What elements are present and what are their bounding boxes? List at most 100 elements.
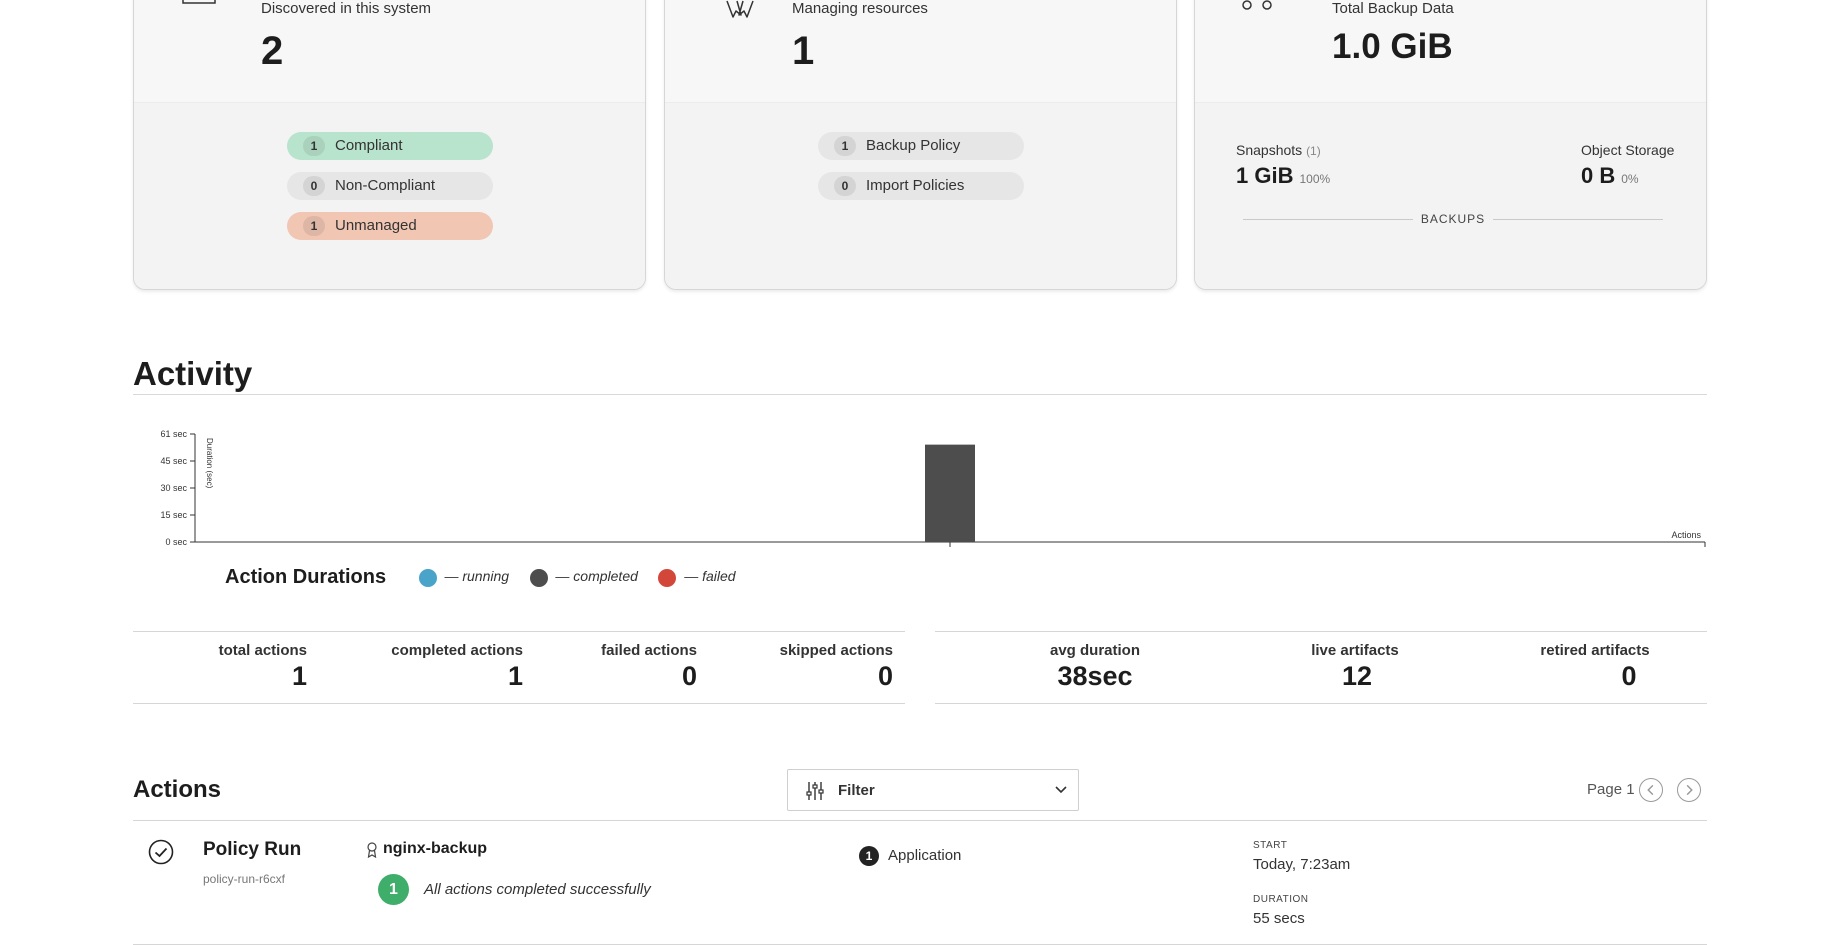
filter-dropdown[interactable]: Filter	[787, 769, 1079, 811]
start-value: Today, 7:23am	[1253, 856, 1351, 873]
stat-completed-actions: completed actions 1	[353, 642, 523, 692]
check-circle-icon	[148, 839, 174, 865]
action-row[interactable]: Policy Run policy-run-r6cxf nginx-backup…	[133, 820, 1707, 945]
legend-completed[interactable]: — completed	[529, 568, 638, 587]
application-count-badge: 1	[859, 846, 879, 866]
action-status-message: All actions completed successfully	[424, 881, 651, 898]
card-value: 1.0 GiB	[1332, 27, 1453, 66]
filter-label: Filter	[838, 782, 875, 799]
prev-page-button[interactable]	[1639, 778, 1663, 802]
stat-value: 1	[291, 661, 307, 691]
action-policy-link[interactable]: nginx-backup	[383, 840, 487, 858]
applications-card[interactable]: Discovered in this system 2 1 Compliant …	[133, 0, 646, 290]
compliant-pill[interactable]: 1 Compliant	[287, 132, 493, 160]
application-label[interactable]: Application	[888, 847, 961, 864]
pill-label: Backup Policy	[866, 137, 961, 154]
stat-retired-artifacts: retired artifacts 0	[1505, 642, 1685, 692]
stat-label: retired artifacts	[1540, 642, 1650, 659]
pill-label: Non-Compliant	[335, 177, 436, 194]
bar-completed	[925, 444, 975, 542]
action-durations-chart: 0 sec 15 sec 30 sec 45 sec 61 sec Duration (s…	[160, 429, 1706, 547]
pill-count: 0	[303, 176, 325, 196]
backup-data-card[interactable]: Total Backup Data 1.0 GiB BACKUPS Snapsh…	[1194, 0, 1707, 290]
policies-card[interactable]: Managing resources 1 1 Backup Policy 0 I…	[664, 0, 1177, 290]
pill-count: 1	[834, 136, 856, 156]
stat-failed-actions: failed actions 0	[563, 642, 697, 692]
object-storage-size: 0 B	[1581, 163, 1616, 188]
action-title[interactable]: Policy Run	[203, 839, 301, 861]
action-id: policy-run-r6cxf	[203, 872, 286, 886]
y-axis-label: Duration (sec)	[205, 438, 214, 489]
legend-failed-label: — failed	[684, 568, 736, 585]
card-breakdown: BACKUPS Snapshots (1) 1 GiB 100% Object S…	[1195, 103, 1706, 289]
pill-label: Import Policies	[866, 177, 965, 194]
stat-label: failed actions	[601, 642, 697, 659]
summary-cards: Discovered in this system 2 1 Compliant …	[133, 0, 1707, 290]
stat-value: 38sec	[1057, 661, 1133, 691]
policy-ribbon-icon	[726, 0, 754, 18]
object-storage-percent: 0%	[1621, 172, 1639, 186]
policy-name: nginx-backup	[383, 840, 488, 857]
card-breakdown: 1 Compliant 0 Non-Compliant 1 Unmanaged	[134, 103, 645, 289]
artifact-stats: avg duration 38sec live artifacts 12 ret…	[935, 631, 1707, 704]
stat-live-artifacts: live artifacts 12	[1265, 642, 1445, 692]
non-compliant-pill[interactable]: 0 Non-Compliant	[287, 172, 493, 200]
legend-running[interactable]: — running	[418, 568, 510, 587]
stat-value: 0	[877, 661, 893, 691]
duration-label: DURATION	[1253, 894, 1309, 905]
stat-label: completed actions	[391, 642, 523, 659]
stat-value: 0	[1621, 661, 1637, 691]
legend-title: Action Durations	[225, 566, 387, 588]
object-storage-label: Object Storage	[1581, 142, 1675, 158]
filter-sliders-icon	[806, 782, 824, 800]
phase-count-badge: 1	[378, 874, 409, 905]
stat-value: 1	[507, 661, 523, 691]
unmanaged-pill[interactable]: 1 Unmanaged	[287, 212, 493, 240]
chevron-down-icon	[1055, 786, 1067, 794]
card-breakdown: 1 Backup Policy 0 Import Policies	[665, 103, 1176, 289]
policy-ribbon-icon	[367, 842, 377, 858]
card-value: 1	[792, 29, 815, 73]
card-header: Managing resources 1	[665, 0, 1176, 103]
y-tick-label: 15 sec	[160, 510, 187, 520]
y-tick-label: 45 sec	[160, 456, 187, 466]
stat-value: 12	[1341, 661, 1373, 691]
stat-label: live artifacts	[1311, 642, 1399, 659]
chart-legend: Action Durations — running — completed —…	[225, 566, 752, 590]
snapshots-count: (1)	[1306, 144, 1321, 158]
start-label: START	[1253, 840, 1288, 851]
application-icon	[182, 0, 216, 4]
snapshots-label-text: Snapshots	[1236, 142, 1303, 158]
y-tick-label: 61 sec	[160, 429, 187, 439]
pill-count: 1	[303, 216, 325, 236]
legend-completed-label: — completed	[555, 568, 638, 585]
action-stats: total actions 1 completed actions 1 fail…	[133, 631, 905, 704]
stat-total-actions: total actions 1	[177, 642, 307, 692]
import-policies-pill[interactable]: 0 Import Policies	[818, 172, 1024, 200]
failed-dot-icon	[658, 568, 677, 587]
stat-value: 0	[681, 661, 697, 691]
stat-label: total actions	[218, 642, 307, 659]
pill-label: Unmanaged	[335, 217, 417, 234]
y-tick-label: 30 sec	[160, 483, 187, 493]
backup-policy-pill[interactable]: 1 Backup Policy	[818, 132, 1024, 160]
card-value: 2	[261, 29, 284, 73]
snapshots-label: Snapshots (1)	[1236, 142, 1321, 158]
snapshots-value: 1 GiB 100%	[1236, 163, 1330, 189]
duration-value: 55 secs	[1253, 910, 1305, 927]
card-subtitle: Total Backup Data	[1332, 0, 1454, 17]
snapshots-percent: 100%	[1299, 172, 1331, 186]
running-dot-icon	[418, 568, 437, 587]
y-tick-label: 0 sec	[165, 537, 187, 547]
legend-failed[interactable]: — failed	[658, 568, 736, 587]
legend-running-label: — running	[444, 568, 510, 585]
card-subtitle: Discovered in this system	[261, 0, 432, 17]
stat-label: avg duration	[1049, 642, 1140, 659]
stat-avg-duration: avg duration 38sec	[1015, 642, 1175, 692]
pill-count: 1	[303, 136, 325, 156]
next-page-button[interactable]	[1677, 778, 1701, 802]
pill-label: Compliant	[335, 137, 403, 154]
object-storage-value: 0 B 0%	[1581, 163, 1639, 189]
stat-label: skipped actions	[779, 642, 893, 659]
card-header: Discovered in this system 2	[134, 0, 645, 103]
